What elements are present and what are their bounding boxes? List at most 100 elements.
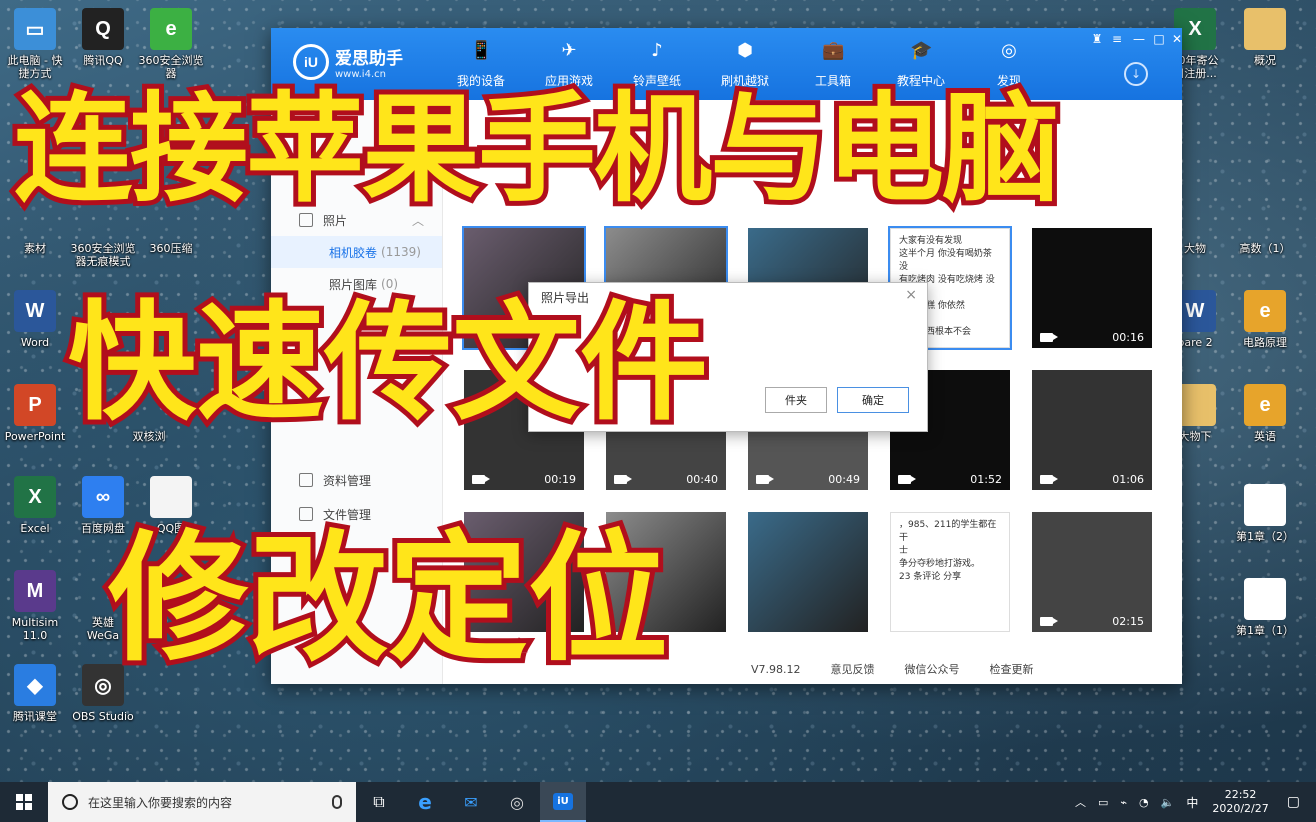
baidu-pan-icon: ∞	[82, 476, 124, 518]
sidebar-label: 相机胶卷	[329, 245, 378, 260]
media-thumbnail[interactable]: ，985、211的学生都在干士争分夺秒地打游戏。 23 条评论 分享	[890, 512, 1010, 632]
media-thumbnail[interactable]: 02:15	[1032, 512, 1152, 632]
qq-icon: Q	[82, 8, 124, 50]
task-view-icon[interactable]: ⧉	[356, 782, 402, 822]
desktop-icon-label: 第1章（2）	[1236, 530, 1294, 543]
ok-button[interactable]: 确定	[837, 387, 909, 413]
video-duration: 00:19	[544, 473, 576, 486]
mail-icon[interactable]: ✉	[448, 782, 494, 822]
menu-icon[interactable]: ≡	[1108, 32, 1126, 46]
desktop-icon-label: 360安全浏览 器无痕模式	[70, 242, 136, 268]
circuit-icon[interactable]: e 电路原理	[1226, 290, 1304, 349]
desktop-icon-label: 高数（1）	[1239, 242, 1291, 255]
video-camera-icon	[1040, 617, 1058, 626]
video-duration: 02:15	[1112, 615, 1144, 628]
excel-icon: X	[14, 476, 56, 518]
chapter1-1-icon	[1244, 578, 1286, 620]
windows-icon	[16, 794, 32, 810]
headline-line-1: 连接苹果手机与电脑	[9, 80, 1065, 218]
open-folder-button[interactable]: 件夹	[765, 387, 827, 413]
edge-icon[interactable]: e	[402, 782, 448, 822]
headline-line-3: 修改定位	[103, 518, 673, 681]
chapter1-1-icon[interactable]: 第1章（1）	[1226, 578, 1304, 637]
video-duration: 01:52	[970, 473, 1002, 486]
desktop-icon-label: 英语	[1254, 430, 1276, 443]
360-browser-icon: e	[150, 8, 192, 50]
excel-icon[interactable]: X Excel	[0, 476, 74, 535]
my-device-icon: 📱	[470, 40, 493, 61]
360-browser-icon[interactable]: e 360安全浏览 器	[132, 8, 210, 80]
app-logo[interactable]: iU 爱思助手 www.i4.cn	[293, 44, 403, 80]
desktop-icon-label: 电路原理	[1243, 336, 1287, 349]
taskbar-search[interactable]: 在这里输入你要搜索的内容	[48, 782, 356, 822]
multisim-icon[interactable]: M Multisim 11.0	[0, 570, 74, 642]
desktop-icon-label: 腾讯课堂	[13, 710, 57, 723]
media-thumbnail[interactable]	[748, 512, 868, 632]
video-duration: 00:49	[828, 473, 860, 486]
thumb-text-line: ，985、211的学生都在干	[899, 520, 997, 543]
chapter1-2-icon[interactable]: 第1章（2）	[1226, 484, 1304, 543]
microphone-icon[interactable]	[332, 795, 342, 809]
desktop-icon-label: pare 2	[1177, 336, 1213, 349]
media-thumbnail[interactable]: 01:06	[1032, 370, 1152, 490]
video-camera-icon	[1040, 333, 1058, 342]
maximize-button[interactable]: □	[1150, 32, 1168, 46]
toolbox-icon: 💼	[822, 40, 845, 61]
ringtones-icon: ♪	[651, 40, 663, 61]
video-duration: 00:16	[1112, 331, 1144, 344]
desktop-icon-label: 360压缩	[149, 242, 193, 255]
clock[interactable]: 22:52 2020/2/27	[1212, 788, 1268, 816]
ime-indicator[interactable]: 中	[1186, 794, 1198, 811]
skin-icon[interactable]: ♜	[1088, 32, 1106, 46]
powerpoint-icon: P	[14, 384, 56, 426]
network-icon[interactable]: ⌁	[1120, 796, 1127, 809]
sidebar-item-camera-roll[interactable]: 相机胶卷 (1139)	[271, 236, 442, 268]
chapter1-2-icon	[1244, 484, 1286, 526]
minimize-button[interactable]: —	[1130, 32, 1148, 46]
chevron-up-icon[interactable]: ︿	[1075, 794, 1086, 810]
wifi-icon[interactable]: ◔	[1139, 796, 1149, 809]
tencent-class-icon: ◆	[14, 664, 56, 706]
clock-date: 2020/2/27	[1212, 802, 1269, 815]
i4-logo-icon: iU	[293, 44, 329, 80]
media-thumbnail[interactable]: 00:16	[1032, 228, 1152, 348]
flash-icon: ⬢	[737, 40, 753, 61]
sidebar-label: 资料管理	[323, 473, 372, 488]
video-duration: 00:40	[686, 473, 718, 486]
obs-taskbar-icon[interactable]: ◎	[494, 782, 540, 822]
video-camera-icon	[898, 475, 916, 484]
sidebar-item-resources[interactable]: 资料管理	[271, 464, 442, 496]
i4-taskbar-icon[interactable]: iU	[540, 782, 586, 822]
logo-name: 爱思助手	[335, 49, 403, 69]
english-icon[interactable]: e 英语	[1226, 384, 1304, 443]
thumb-text-line: 这半个月 你没有喝奶茶 没	[899, 249, 992, 272]
feedback-link[interactable]: 意见反馈	[831, 661, 875, 677]
folder-summary-icon[interactable]: 概况	[1226, 8, 1304, 67]
qq-icon[interactable]: Q 腾讯QQ	[64, 8, 142, 67]
battery-icon[interactable]: ▭	[1098, 796, 1108, 809]
powerpoint-icon[interactable]: P PowerPoint	[0, 384, 74, 443]
volume-icon[interactable]: 🔈	[1161, 796, 1175, 809]
close-button[interactable]: ✕	[1168, 32, 1186, 46]
clock-time: 22:52	[1224, 788, 1257, 801]
tencent-class-icon[interactable]: ◆ 腾讯课堂	[0, 664, 74, 723]
math-icon[interactable]: 高数（1）	[1226, 196, 1304, 255]
download-icon[interactable]: ↓	[1124, 62, 1148, 86]
desktop-icon-label: 360安全浏览 器	[138, 54, 204, 80]
discover-icon: ◎	[1001, 40, 1017, 61]
wechat-link[interactable]: 微信公众号	[905, 661, 960, 677]
math-icon	[1244, 196, 1286, 238]
circuit-icon: e	[1244, 290, 1286, 332]
video-camera-icon	[472, 475, 490, 484]
desktop-icon-label: Word	[20, 336, 50, 349]
status-footer: V7.98.12 意见反馈 微信公众号 检查更新	[751, 658, 1182, 680]
video-camera-icon	[614, 475, 632, 484]
folder-icon	[299, 473, 313, 487]
logo-url: www.i4.cn	[335, 69, 386, 80]
notification-icon[interactable]: ▢	[1287, 794, 1300, 810]
start-button[interactable]	[0, 782, 48, 822]
this-pc-icon[interactable]: ▭ 此电脑 - 快 捷方式	[0, 8, 74, 80]
word-icon[interactable]: W Word	[0, 290, 74, 349]
dialog-close-icon[interactable]: ×	[905, 287, 917, 303]
update-link[interactable]: 检查更新	[990, 661, 1034, 677]
